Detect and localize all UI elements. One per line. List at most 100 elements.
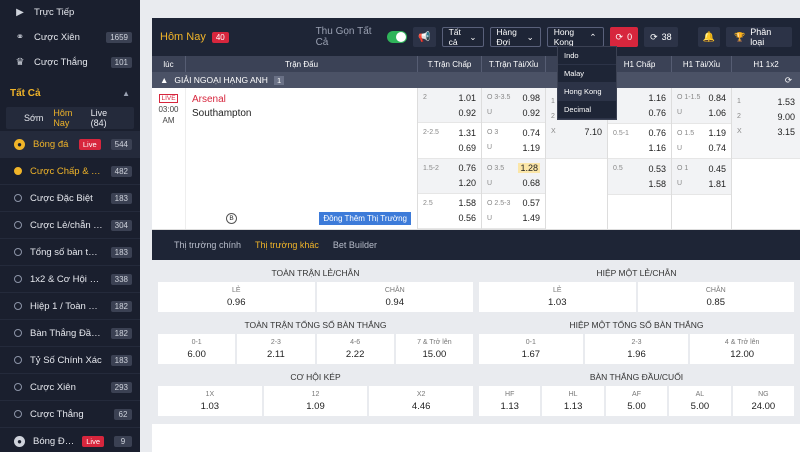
odds-cell[interactable]: 0.5-1 0.76 1.16 [608, 124, 671, 159]
sidebar-item-correctscore[interactable]: Tỷ Số Chính Xác 183 [0, 347, 140, 374]
sidebar-item-parlay-sub[interactable]: Cược Xiên 293 [0, 374, 140, 401]
market-odds-cell[interactable]: CHẴN 0.85 [637, 282, 794, 312]
odds[interactable]: 0.56 [458, 213, 476, 223]
odds-cell[interactable]: O 3-3.5 0.98 U 0.92 [482, 88, 545, 124]
odds[interactable]: 0.92 [522, 108, 540, 118]
odds-highlighted[interactable]: 1.28 [518, 163, 540, 174]
odds[interactable]: 0.94 [386, 297, 405, 308]
odds-cell[interactable]: O 1-1.5 0.84 U 1.06 [672, 88, 731, 124]
odds-cell[interactable]: O 3 0.74 U 1.19 [482, 123, 545, 159]
odds[interactable]: 0.45 [708, 164, 726, 174]
odds[interactable]: 1.03 [548, 297, 567, 308]
odds-cell[interactable]: 2-2.5 1.31 0.69 [418, 123, 481, 159]
odds[interactable]: 1.53 [777, 97, 795, 107]
odds[interactable]: 24.00 [751, 401, 775, 412]
sidebar-section-all[interactable]: Tất Cả ▲ [0, 81, 140, 105]
odds-format-select[interactable]: Hong Kong ⌃ [546, 27, 604, 47]
market-odds-cell[interactable]: 2-3 2.11 [237, 334, 315, 364]
odds[interactable]: 0.74 [708, 143, 726, 153]
more-markets-button[interactable]: Đông Thêm Thị Trường [319, 212, 411, 225]
refresh-button[interactable]: ⟳ 38 [644, 27, 678, 47]
filter-early[interactable]: Sớm [24, 113, 43, 123]
odds[interactable]: 2.22 [346, 349, 365, 360]
market-odds-cell[interactable]: HL 1.13 [542, 386, 604, 416]
announcement-button[interactable]: 📢 [413, 27, 436, 47]
market-odds-cell[interactable]: 4 & Trở lên 12.00 [690, 334, 795, 364]
odds[interactable]: 1.19 [708, 128, 726, 138]
filter-live[interactable]: Live (84) [91, 108, 116, 128]
odds-cell[interactable]: 0.5 0.53 1.58 [608, 159, 671, 195]
odds[interactable]: 1.96 [627, 349, 646, 360]
refresh-icon[interactable]: ⟳ [785, 75, 792, 86]
market-odds-cell[interactable]: CHẴN 0.94 [316, 282, 473, 312]
refresh-live-button[interactable]: ⟳ 0 [609, 27, 639, 47]
odds-cell[interactable]: O 1 0.45 U 1.81 [672, 159, 731, 195]
odds-cell[interactable]: O 1.5 1.19 U 0.74 [672, 124, 731, 159]
odds[interactable]: 1.09 [306, 401, 325, 412]
odds[interactable]: 1.06 [708, 108, 726, 118]
sidebar-item-1x2[interactable]: 1x2 & Cơ Hội Kép 338 [0, 266, 140, 293]
dropdown-option-decimal[interactable]: Decimal [558, 101, 616, 119]
odds-cell[interactable]: O 3.5 1.28 U 0.68 [482, 158, 545, 194]
odds[interactable]: 0.84 [708, 93, 726, 103]
odds-cell[interactable]: 1 1.53 2 9.00 X 3.15 [732, 88, 800, 159]
market-odds-cell[interactable]: 2-3 1.96 [584, 334, 689, 364]
odds[interactable]: 0.69 [458, 143, 476, 153]
odds[interactable]: 7.10 [584, 127, 602, 137]
odds[interactable]: 1.81 [708, 179, 726, 189]
odds-cell[interactable]: 2 1.01 0.92 [418, 88, 481, 124]
sidebar-item-football[interactable]: ● Bóng đá Live 544 [0, 131, 140, 158]
odds[interactable]: 1.13 [564, 401, 583, 412]
sidebar-item-htft[interactable]: Hiệp 1 / Toàn Trận 182 [0, 293, 140, 320]
market-odds-cell[interactable]: HF 1.13 [479, 386, 541, 416]
dropdown-option-indo[interactable]: Indo [558, 47, 616, 65]
odds[interactable]: 0.85 [707, 297, 726, 308]
odds[interactable]: 1.03 [201, 401, 220, 412]
sidebar-item-efootball[interactable]: ● Bóng Đá Điện Tử Live 9 [0, 428, 140, 452]
odds-cell[interactable]: 1.5-2 0.76 1.20 [418, 158, 481, 194]
odds[interactable]: 1.13 [500, 401, 519, 412]
filter-today[interactable]: Hôm Nay [53, 108, 80, 128]
odds[interactable]: 1.20 [458, 178, 476, 188]
stats-icon[interactable]: B [226, 213, 237, 224]
odds[interactable]: 1.58 [458, 198, 476, 208]
sidebar-item-oddeven[interactable]: Cược Lẻ/chẵn Tổng 304 [0, 212, 140, 239]
market-odds-cell[interactable]: 0-1 6.00 [158, 334, 236, 364]
odds[interactable]: 2.11 [267, 349, 285, 360]
odds[interactable]: 0.57 [522, 198, 540, 208]
odds[interactable]: 9.00 [777, 112, 795, 122]
sidebar-item-special[interactable]: Cược Đặc Biệt 183 [0, 185, 140, 212]
sidebar-item-outright[interactable]: ♛ Cược Thắng 101 [0, 50, 140, 75]
odds[interactable]: 1.16 [648, 143, 666, 153]
odds[interactable]: 0.74 [522, 128, 540, 138]
odds[interactable]: 1.67 [522, 349, 541, 360]
odds[interactable]: 0.76 [648, 108, 666, 118]
odds[interactable]: 0.98 [522, 93, 540, 103]
tab-main-markets[interactable]: Thị trường chính [174, 240, 241, 250]
odds[interactable]: 1.19 [522, 143, 540, 153]
market-odds-cell[interactable]: 7 & Trở lên 15.00 [395, 334, 473, 364]
market-odds-cell[interactable]: AL 5.00 [669, 386, 731, 416]
sidebar-item-handicap[interactable]: Cược Chấp & Tài Xỉu 482 [0, 158, 140, 185]
market-odds-cell[interactable]: AF 5.00 [605, 386, 668, 416]
odds-cell[interactable]: 1.16 0.76 [608, 88, 671, 124]
market-odds-cell[interactable]: 1X 1.03 [158, 386, 262, 416]
sidebar-item-live[interactable]: ▶ Trực Tiếp [0, 0, 140, 25]
tab-other-markets[interactable]: Thị trường khác [255, 240, 319, 250]
market-odds-cell[interactable]: 4-6 2.22 [316, 334, 394, 364]
sidebar-item-totalgoals[interactable]: Tổng số bàn thắng 183 [0, 239, 140, 266]
odds[interactable]: 1.58 [648, 179, 666, 189]
odds[interactable]: 0.92 [458, 108, 476, 118]
odds[interactable]: 4.46 [412, 401, 431, 412]
tab-bet-builder[interactable]: Bet Builder [333, 240, 377, 250]
odds[interactable]: 5.00 [691, 401, 710, 412]
odds[interactable]: 0.76 [648, 128, 666, 138]
collapse-toggle[interactable] [386, 31, 408, 43]
sidebar-item-outright-sub[interactable]: Cược Thắng 62 [0, 401, 140, 428]
market-filter-select[interactable]: Tất cả ⌄ [441, 27, 484, 47]
odds[interactable]: 12.00 [730, 349, 754, 360]
market-odds-cell[interactable]: 12 1.09 [263, 386, 368, 416]
sidebar-item-firstlast[interactable]: Bàn Thắng Đầu/Cuối 182 [0, 320, 140, 347]
collapse-all[interactable]: Thu Gọn Tất Cả [316, 26, 408, 48]
odds[interactable]: 0.53 [648, 164, 666, 174]
